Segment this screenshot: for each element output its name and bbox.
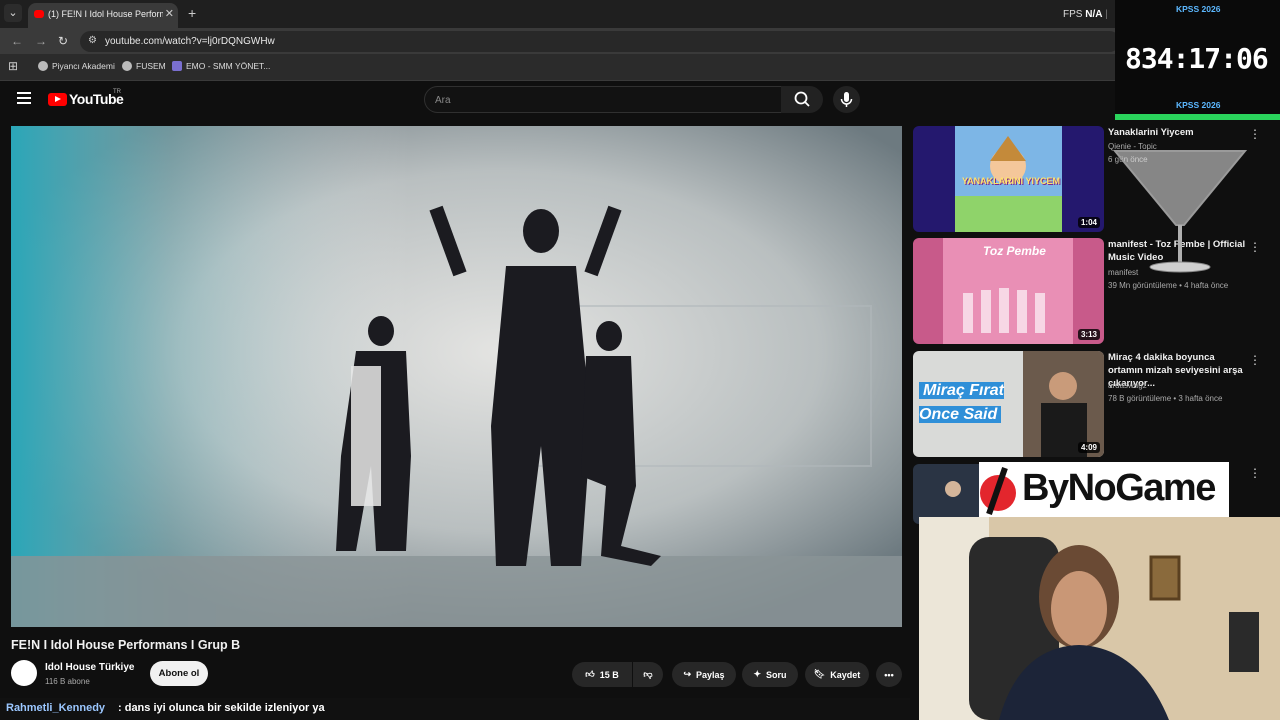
share-label: Paylaş — [696, 669, 725, 680]
chat-message: : dans iyi olunca bir sekilde izleniyor … — [118, 702, 325, 714]
fps-readout: FPS N/A | — [1063, 9, 1108, 20]
region-code: TR — [113, 89, 121, 95]
youtube-favicon-icon — [34, 10, 44, 18]
bookmark-piyanci[interactable]: Piyancı Akademi — [38, 61, 115, 71]
fps-value: N/A — [1085, 9, 1103, 20]
youtube-logo-icon[interactable] — [48, 93, 67, 106]
video-duration: 3:13 — [1077, 329, 1100, 340]
recommendation-thumbnail[interactable]: YANAKLARINI YIYCEM 1:04 — [913, 126, 1104, 232]
martini-glass-overlay — [1112, 150, 1248, 273]
countdown-timer: 834:17:06 — [1125, 42, 1269, 75]
dislike-button[interactable]: 👎︎ — [633, 662, 663, 687]
recommendation-meta: 39 Mn görüntüleme • 4 hafta önce — [1108, 281, 1229, 290]
more-options-icon[interactable]: ⋮ — [1249, 353, 1261, 367]
bookmark-label: EMO - SMM YÖNET... — [186, 61, 271, 71]
webcam-image — [919, 517, 1280, 720]
microphone-icon — [840, 92, 853, 107]
thumbs-down-icon: 👎︎ — [643, 669, 653, 679]
url-text[interactable]: youtube.com/watch?v=lj0rDQNGWHw — [105, 36, 275, 47]
more-actions-button[interactable]: ••• — [876, 662, 902, 687]
channel-avatar[interactable] — [11, 660, 37, 686]
thumbs-up-icon: 👍︎ — [585, 669, 595, 679]
video-player[interactable] — [11, 126, 902, 627]
recommendation-channel[interactable]: ardaswagz — [1108, 381, 1147, 390]
globe-icon — [122, 61, 132, 71]
back-icon[interactable]: ← — [11, 34, 23, 48]
chat-username: Rahmetli_Kennedy — [6, 702, 106, 714]
save-button[interactable]: 🔖︎ Kaydet — [805, 662, 869, 687]
like-button[interactable]: 👍︎ 15 B — [572, 662, 632, 687]
apps-grid-icon[interactable]: ⊞ — [8, 59, 18, 73]
countdown-progress-bar — [1115, 114, 1280, 120]
ask-label: Soru — [766, 669, 787, 680]
webcam-feed — [919, 517, 1280, 720]
bookmark-label: Piyancı Akademi — [52, 61, 115, 71]
bookmark-emo[interactable]: EMO - SMM YÖNET... — [172, 61, 270, 71]
recommendation-meta: 78 B görüntüleme • 3 hafta önce — [1108, 394, 1223, 403]
thumbnail-caption: Miraç Fırat Once Said — [919, 382, 1004, 423]
share-icon: ↪ — [683, 669, 691, 679]
forward-icon[interactable]: → — [35, 34, 47, 48]
more-options-icon[interactable]: ⋮ — [1249, 466, 1261, 480]
fps-label: FPS — [1063, 9, 1083, 20]
more-icon: ••• — [884, 669, 894, 680]
tab-list-chevron-icon[interactable]: ⌄ — [4, 4, 22, 22]
search-icon — [794, 91, 810, 107]
site-info-icon[interactable]: ⚙ — [88, 35, 97, 46]
hamburger-menu-icon[interactable] — [17, 92, 31, 104]
globe-icon — [38, 61, 48, 71]
bynogame-logo-icon — [980, 467, 1016, 515]
video-duration: 1:04 — [1077, 217, 1100, 228]
thumbnail-text: Miraç Fırat Once Said — [919, 379, 1024, 427]
recommendation-title[interactable]: Yanaklarini Yiycem — [1108, 126, 1248, 139]
browser-tab[interactable]: (1) FE!N I Idol House Performans I Grup … — [28, 3, 178, 28]
bookmark-fusem[interactable]: FUSEM — [122, 61, 166, 71]
countdown-label-top: KPSS 2026 — [1176, 4, 1221, 14]
more-options-icon[interactable]: ⋮ — [1249, 127, 1261, 141]
video-title: FE!N I Idol House Performans I Grup B — [11, 638, 241, 652]
video-duration: 4:09 — [1077, 442, 1100, 453]
ask-button[interactable]: ✦ Soru — [742, 662, 798, 687]
sparkle-icon: ✦ — [753, 669, 762, 679]
thumbnail-text: YANAKLARINI YIYCEM — [961, 176, 1060, 186]
search-input[interactable] — [433, 91, 767, 109]
bookmark-icon: 🔖︎ — [813, 669, 826, 679]
share-button[interactable]: ↪ Paylaş — [672, 662, 736, 687]
countdown-label-bottom: KPSS 2026 — [1176, 100, 1221, 110]
like-count: 15 B — [599, 669, 619, 680]
recommendation-thumbnail[interactable]: Toz Pembe 3:13 — [913, 238, 1104, 344]
bookmark-label: FUSEM — [136, 61, 166, 71]
more-options-icon[interactable]: ⋮ — [1249, 240, 1261, 254]
thumbnail-text: Toz Pembe — [983, 244, 1046, 258]
subscriber-count: 116 B abone — [45, 677, 90, 686]
reload-icon[interactable]: ↻ — [58, 34, 68, 48]
search-box[interactable] — [424, 86, 782, 113]
channel-name[interactable]: Idol House Türkiye — [45, 662, 134, 673]
voice-search-button[interactable] — [833, 86, 860, 113]
subscribe-button[interactable]: Abone ol — [150, 661, 208, 686]
video-frame — [11, 126, 902, 627]
emo-favicon-icon — [172, 61, 182, 71]
save-label: Kaydet — [830, 669, 861, 680]
new-tab-button[interactable]: + — [188, 5, 196, 21]
tab-title: (1) FE!N I Idol House Performans I Grup … — [48, 9, 163, 19]
close-tab-icon[interactable]: ✕ — [165, 7, 174, 20]
recommendation-thumbnail[interactable]: Miraç Fırat Once Said 4:09 — [913, 351, 1104, 457]
search-button[interactable] — [781, 86, 823, 113]
sponsor-text: ByNoGame — [1022, 467, 1216, 509]
